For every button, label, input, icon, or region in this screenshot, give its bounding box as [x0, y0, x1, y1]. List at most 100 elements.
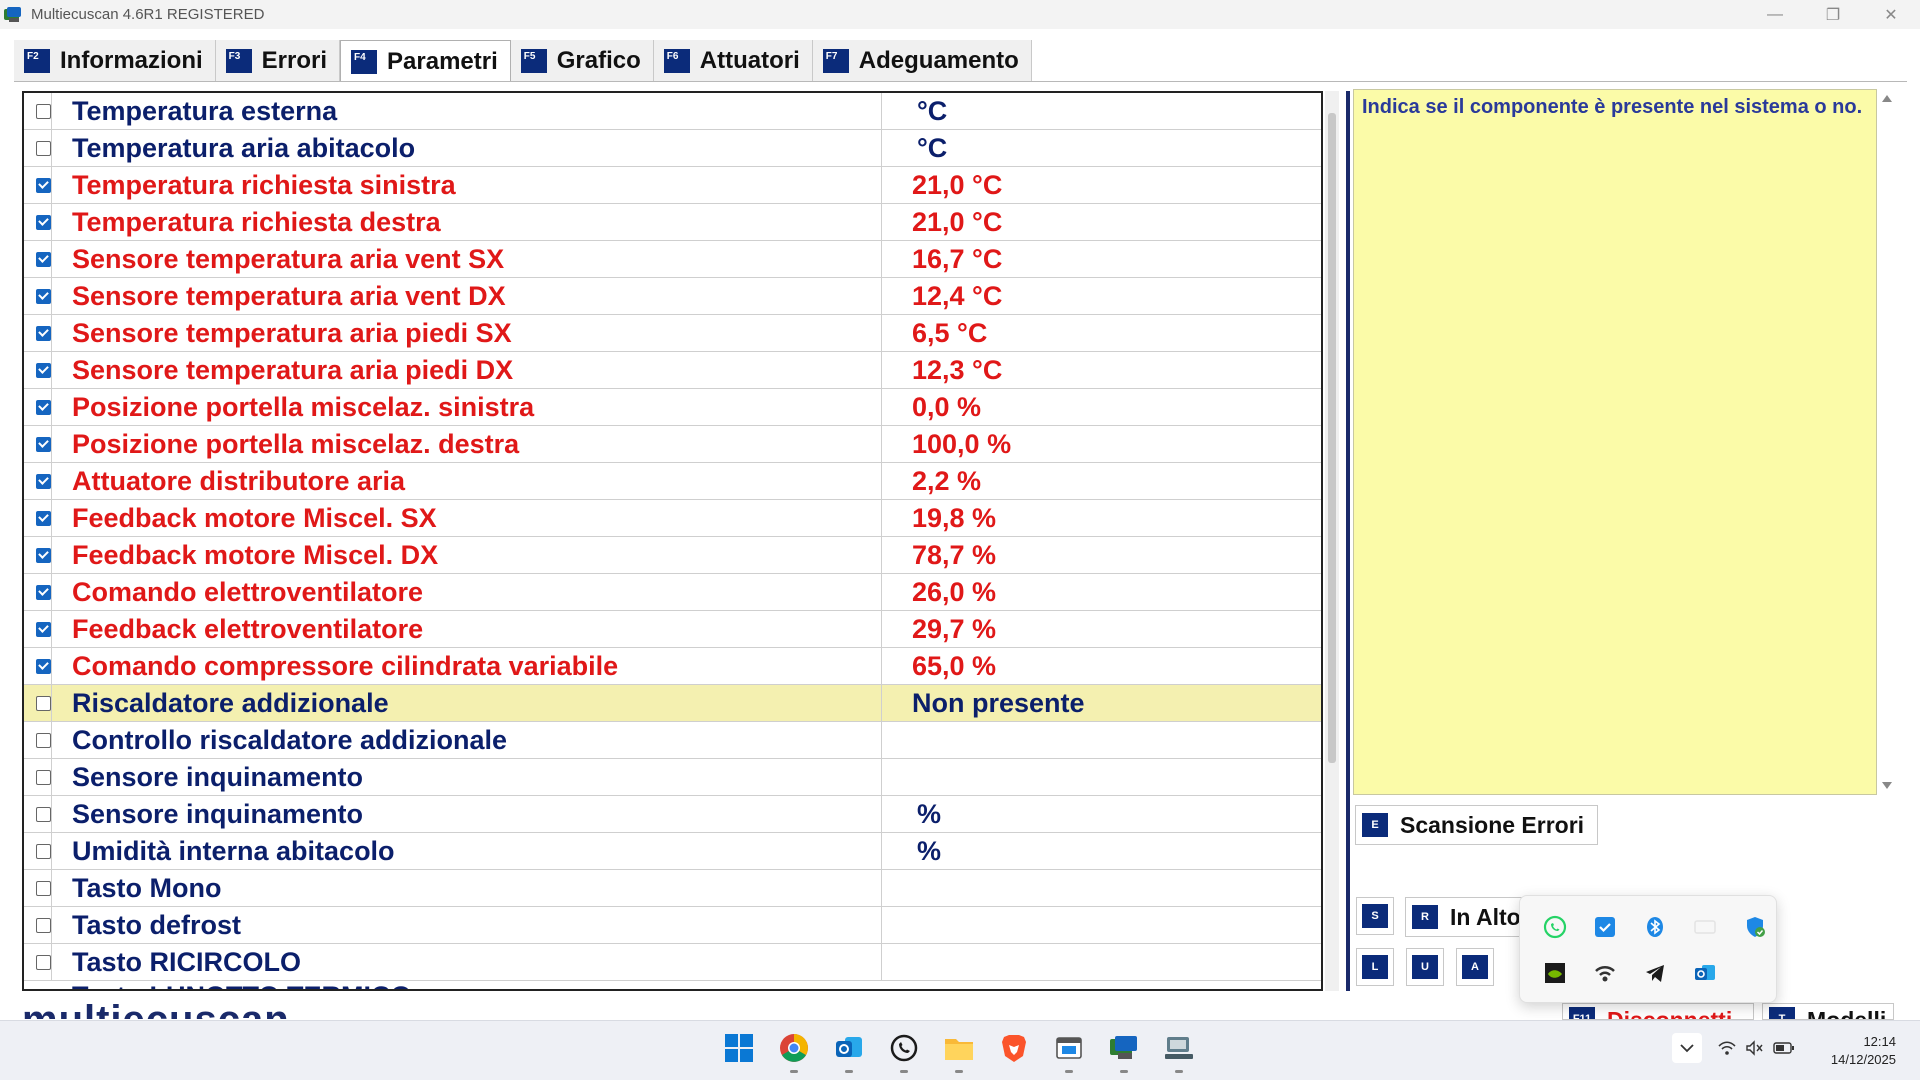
- parameter-row[interactable]: Riscaldatore addizionale Non presente: [24, 685, 1321, 722]
- parameter-table[interactable]: Temperatura esterna °C Temperatura aria ab…: [22, 91, 1323, 991]
- parameter-row[interactable]: Comando compressore cilindrata variabile…: [24, 648, 1321, 685]
- parameter-checkbox[interactable]: [36, 917, 51, 933]
- parameter-checkbox[interactable]: [36, 436, 51, 452]
- multiecuscan-icon[interactable]: [1107, 1031, 1141, 1065]
- parameter-row[interactable]: Umidità interna abitacolo%: [24, 833, 1321, 870]
- battery-icon[interactable]: [1771, 1033, 1797, 1063]
- app-window-icon[interactable]: [1052, 1031, 1086, 1065]
- scrollbar-thumb[interactable]: [1328, 113, 1336, 763]
- tab-parametri[interactable]: F4 Parametri: [340, 40, 511, 82]
- bluetooth-icon[interactable]: [1642, 914, 1668, 940]
- parameter-checkbox[interactable]: [36, 621, 51, 637]
- s-key-button[interactable]: S: [1356, 897, 1394, 935]
- parameter-checkbox[interactable]: [36, 177, 51, 193]
- restore-button[interactable]: ❐: [1804, 0, 1862, 29]
- parameter-row[interactable]: Posizione portella miscelaz. destra 100,0…: [24, 426, 1321, 463]
- parameter-row[interactable]: Temperatura richiesta destra 21,0 °C: [24, 204, 1321, 241]
- close-button[interactable]: ✕: [1862, 0, 1920, 29]
- parameter-checkbox[interactable]: [36, 510, 51, 526]
- parameter-checkbox[interactable]: [36, 325, 51, 341]
- windows-start-icon[interactable]: [722, 1031, 756, 1065]
- parameter-row[interactable]: Attuatore distributore aria 2,2 %: [24, 463, 1321, 500]
- outlook-icon[interactable]: [1692, 960, 1718, 986]
- todo-icon[interactable]: [1592, 914, 1618, 940]
- panel-splitter[interactable]: [1346, 91, 1350, 991]
- tab-informazioni[interactable]: F2 Informazioni: [14, 40, 216, 82]
- tab-grafico[interactable]: F5 Grafico: [510, 40, 654, 82]
- scan-errors-button[interactable]: E Scansione Errori: [1355, 805, 1598, 845]
- parameter-checkbox[interactable]: [36, 806, 51, 822]
- parameter-checkbox[interactable]: [36, 695, 51, 711]
- parameter-checkbox[interactable]: [36, 584, 51, 600]
- parameter-name: Umidità interna abitacolo: [72, 835, 395, 866]
- speaker-muted-icon[interactable]: [1743, 1033, 1767, 1063]
- nvidia-icon[interactable]: [1542, 960, 1568, 986]
- parameter-row[interactable]: Feedback elettroventilatore 29,7 %: [24, 611, 1321, 648]
- parameter-checkbox[interactable]: [36, 547, 51, 563]
- a-key-button[interactable]: A: [1456, 948, 1494, 986]
- parameter-checkbox[interactable]: [36, 251, 51, 267]
- whatsapp-icon[interactable]: [887, 1031, 921, 1065]
- parameter-checkbox[interactable]: [36, 658, 51, 674]
- chevron-up-icon[interactable]: [1672, 1033, 1702, 1063]
- table-scrollbar[interactable]: [1325, 91, 1339, 991]
- parameter-row[interactable]: Sensore inquinamento: [24, 759, 1321, 796]
- parameter-checkbox[interactable]: [36, 140, 51, 156]
- parameter-row[interactable]: Feedback motore Miscel. DX 78,7 %: [24, 537, 1321, 574]
- parameter-checkbox[interactable]: [36, 288, 51, 304]
- parameter-checkbox[interactable]: [36, 880, 51, 896]
- parameter-checkbox[interactable]: [36, 362, 51, 378]
- network-app-icon[interactable]: [1162, 1031, 1196, 1065]
- in-alto-button[interactable]: R In Alto: [1405, 897, 1535, 937]
- wifi-icon[interactable]: [1715, 1033, 1739, 1063]
- tab-attuatori[interactable]: F6 Attuatori: [653, 40, 813, 82]
- parameter-row[interactable]: Tasto defrost: [24, 907, 1321, 944]
- scroll-up-icon[interactable]: [1882, 95, 1892, 102]
- parameter-row[interactable]: Controllo riscaldatore addizionale: [24, 722, 1321, 759]
- parameter-row[interactable]: Temperatura richiesta sinistra 21,0 °C: [24, 167, 1321, 204]
- tab-label: Parametri: [387, 47, 498, 75]
- parameter-checkbox[interactable]: [36, 954, 51, 970]
- tab-key-badge: F5: [520, 49, 547, 73]
- brave-icon[interactable]: [997, 1031, 1031, 1065]
- parameter-row[interactable]: Sensore temperatura aria vent SX 16,7 °C: [24, 241, 1321, 278]
- disconnect-button[interactable]: F11 Disconnetti: [1562, 1003, 1754, 1020]
- parameter-row[interactable]: Temperatura esterna °C: [24, 93, 1321, 130]
- l-key-button[interactable]: L: [1356, 948, 1394, 986]
- telegram-icon[interactable]: [1642, 960, 1668, 986]
- button-key-badge: U: [1412, 955, 1438, 979]
- parameter-row[interactable]: Sensore temperatura aria piedi SX 6,5 °C: [24, 315, 1321, 352]
- file-explorer-icon[interactable]: [942, 1031, 976, 1065]
- parameter-row[interactable]: Sensore temperatura aria vent DX 12,4 °C: [24, 278, 1321, 315]
- parameter-checkbox[interactable]: [36, 732, 51, 748]
- scroll-down-icon[interactable]: [1882, 782, 1892, 789]
- models-button[interactable]: T Modelli: [1762, 1003, 1894, 1020]
- parameter-row[interactable]: Comando elettroventilatore 26,0 %: [24, 574, 1321, 611]
- tab-adeguamento[interactable]: F7 Adeguamento: [812, 40, 1032, 82]
- parameter-row[interactable]: Tasto Mono: [24, 870, 1321, 907]
- parameter-checkbox[interactable]: [36, 769, 51, 785]
- parameter-checkbox[interactable]: [36, 473, 51, 489]
- system-clock[interactable]: 12:14 14/12/2025: [1831, 1033, 1896, 1069]
- chrome-icon[interactable]: [777, 1031, 811, 1065]
- parameter-checkbox[interactable]: [36, 399, 51, 415]
- vpn-icon[interactable]: [1592, 960, 1618, 986]
- parameter-checkbox[interactable]: [36, 843, 51, 859]
- description-scrollbar[interactable]: [1880, 89, 1894, 795]
- blank-icon[interactable]: [1692, 914, 1718, 940]
- parameter-row[interactable]: Sensore temperatura aria piedi DX 12,3 °C: [24, 352, 1321, 389]
- whatsapp-icon[interactable]: [1542, 914, 1568, 940]
- parameter-row[interactable]: Tasto RICIRCOLO: [24, 944, 1321, 981]
- defender-icon[interactable]: [1742, 914, 1768, 940]
- parameter-checkbox[interactable]: [36, 103, 51, 119]
- tab-errori[interactable]: F3 Errori: [215, 40, 341, 82]
- parameter-row[interactable]: Temperatura aria abitacolo °C: [24, 130, 1321, 167]
- parameter-row[interactable]: Sensore inquinamento%: [24, 796, 1321, 833]
- parameter-row[interactable]: Posizione portella miscelaz. sinistra 0,0…: [24, 389, 1321, 426]
- minimize-button[interactable]: —: [1746, 0, 1804, 29]
- parameter-checkbox[interactable]: [36, 214, 51, 230]
- parameter-value: 78,7 %: [912, 539, 997, 570]
- parameter-row[interactable]: Feedback motore Miscel. SX 19,8 %: [24, 500, 1321, 537]
- u-key-button[interactable]: U: [1406, 948, 1444, 986]
- outlook-icon[interactable]: [832, 1031, 866, 1065]
